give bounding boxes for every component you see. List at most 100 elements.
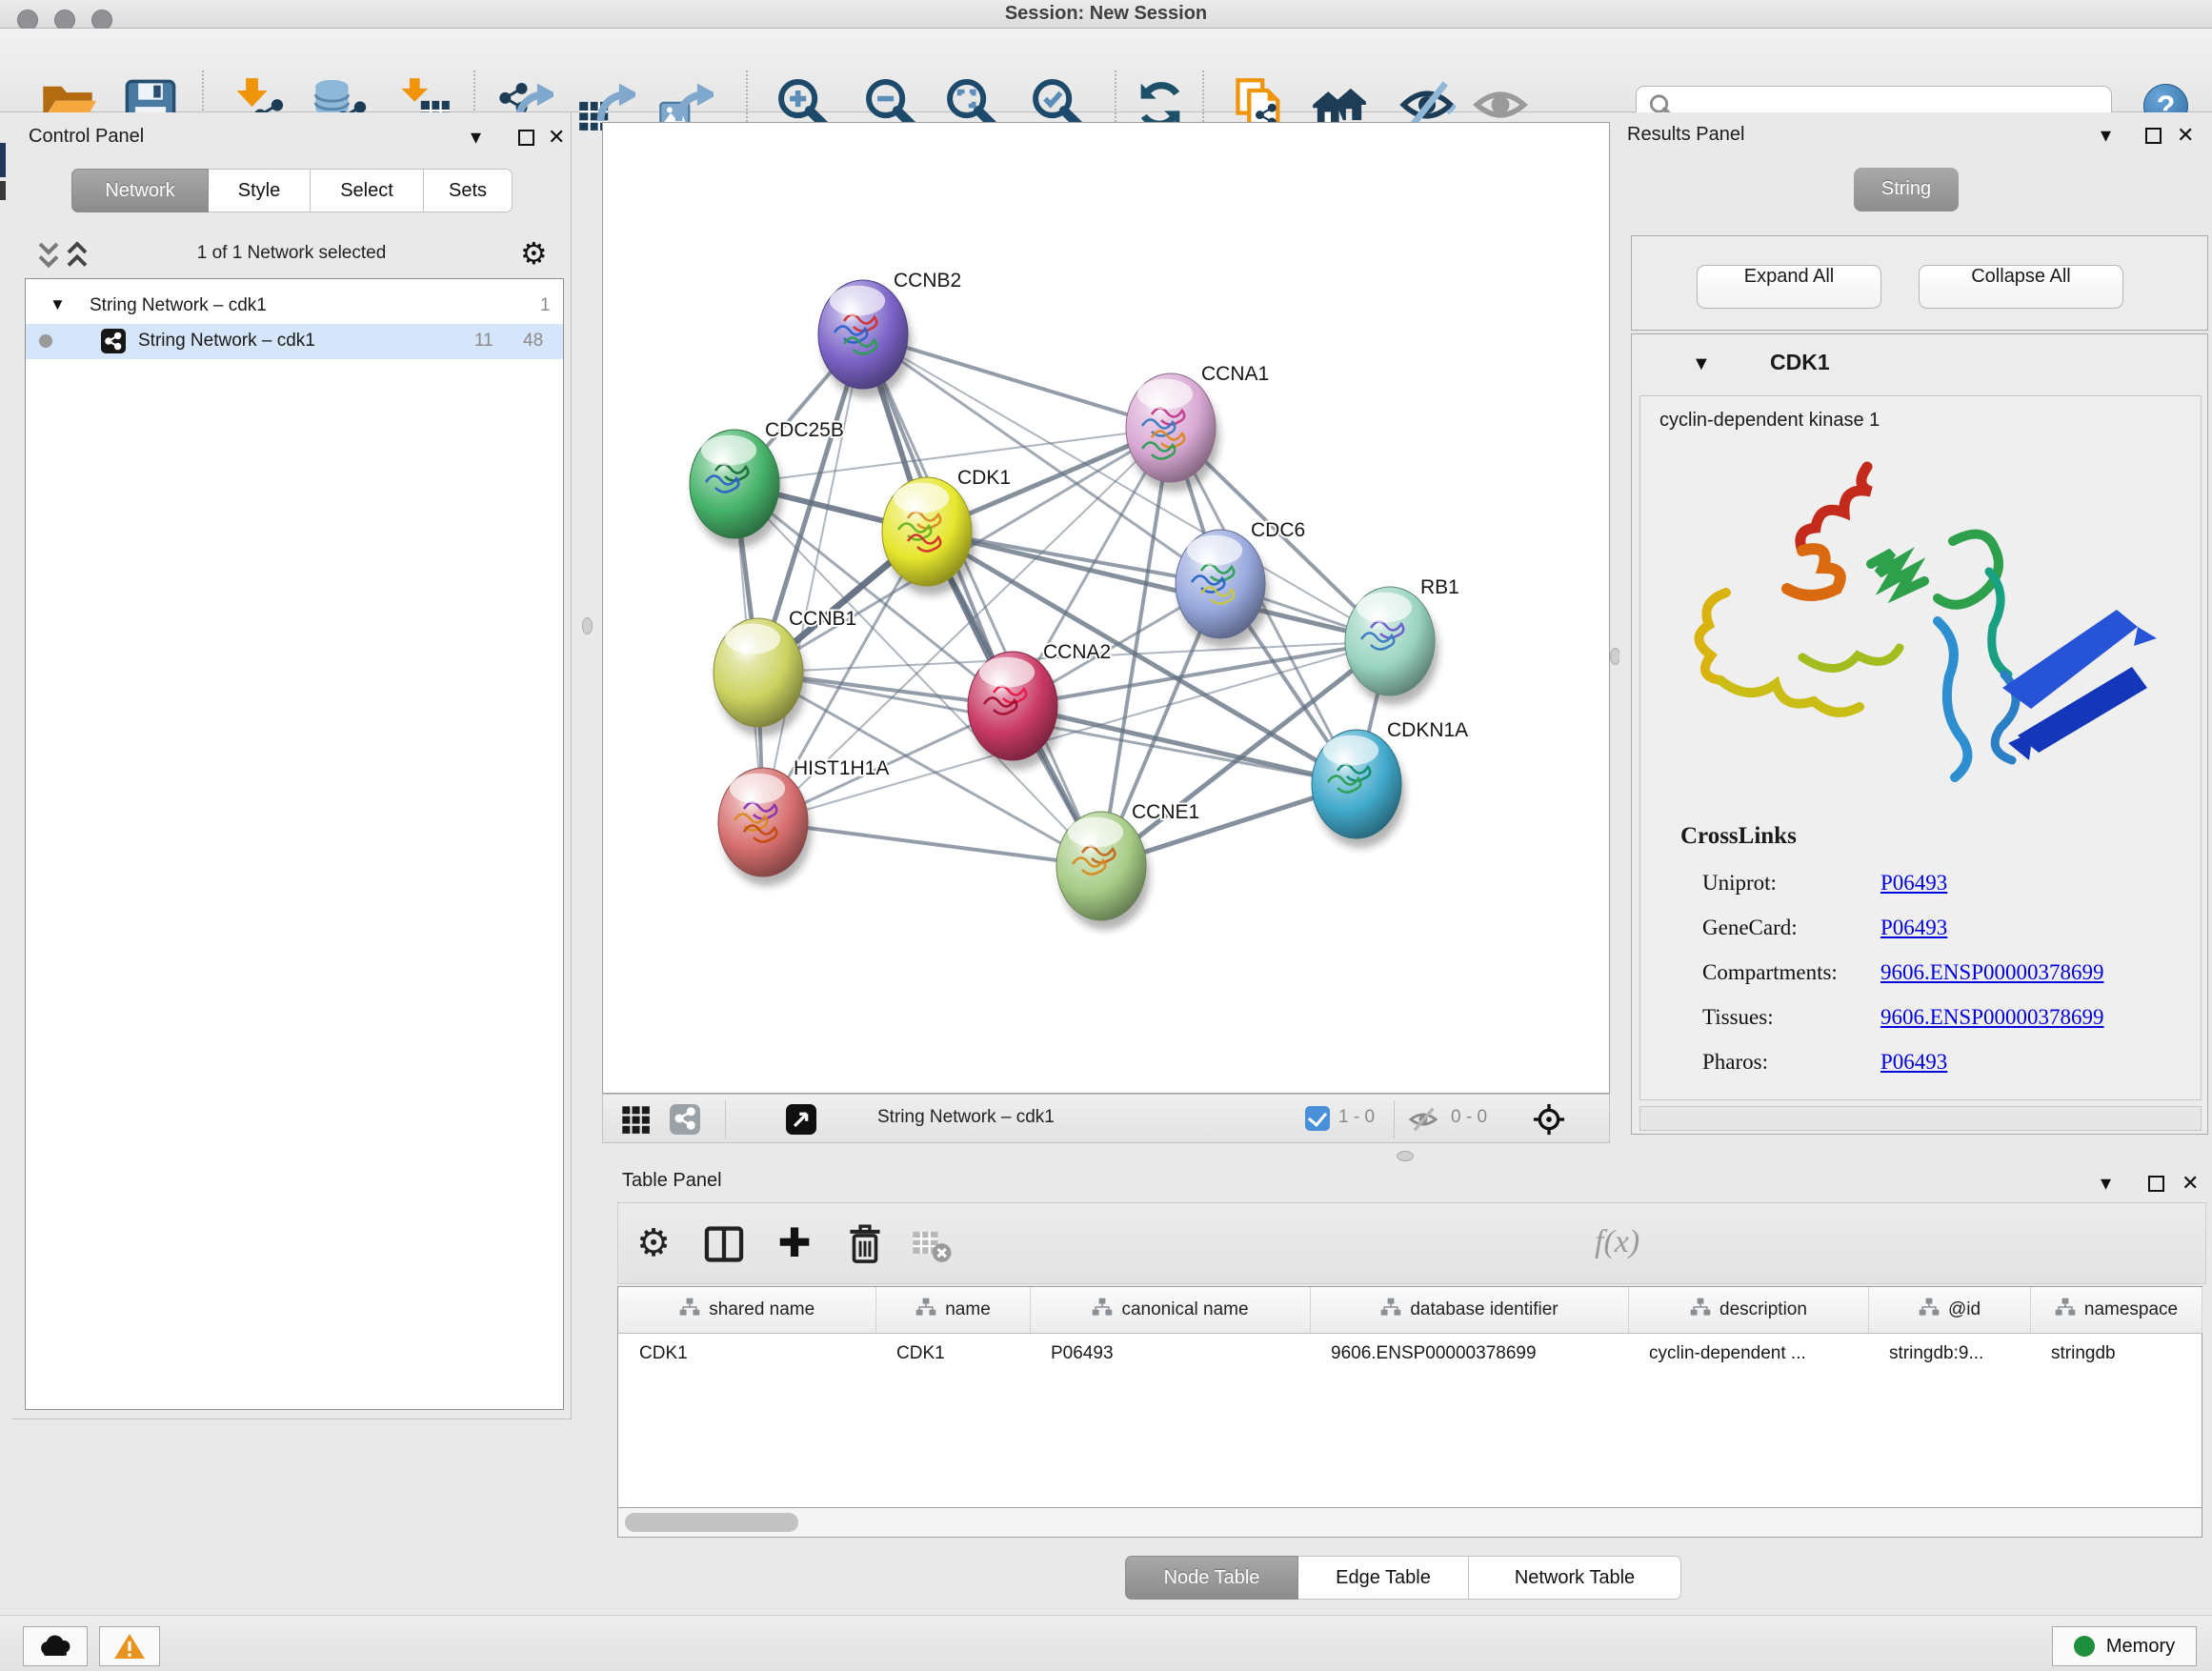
crosslink-value-link[interactable]: 9606.ENSP00000378699: [1880, 1005, 2104, 1030]
node-gloss-highlight: [725, 624, 780, 654]
network-node-CDK1[interactable]: CDK1: [882, 467, 1011, 595]
network-graph[interactable]: CCNB2CCNA1CDC25BCDK1CDC6RB1CCNB1CCNA2CDK…: [603, 123, 1609, 1093]
hidden-eye-slash-icon: [1408, 1104, 1438, 1135]
network-edge-CCNB2-CCNE1[interactable]: [863, 334, 1101, 866]
collapse-triangle-icon[interactable]: ▼: [1692, 353, 1711, 375]
network-node-CDC6[interactable]: CDC6: [1176, 519, 1305, 648]
tree-expand-triangle-icon[interactable]: ▼: [50, 295, 66, 314]
cloud-status-button[interactable]: [23, 1626, 88, 1666]
node-gloss-highlight: [1357, 593, 1412, 623]
network-node-HIST1H1A[interactable]: HIST1H1A: [718, 757, 889, 886]
crosslink-label: Compartments:: [1702, 960, 1838, 985]
panel-maximize-icon[interactable]: [2148, 1176, 2164, 1192]
table-cell[interactable]: P06493: [1030, 1333, 1310, 1375]
panel-maximize-icon[interactable]: [2145, 128, 2162, 144]
network-collection-row[interactable]: ▼ String Network – cdk1 1: [26, 289, 563, 324]
crosslink-row: GeneCard:P06493: [1640, 908, 2201, 953]
panel-float-chevron-icon[interactable]: ▾: [2101, 1172, 2111, 1195]
network-tree-list: ▼ String Network – cdk1 1 String Network…: [25, 278, 564, 1410]
scrollbar-thumb[interactable]: [625, 1513, 798, 1532]
node-table: shared namenamecanonical namedatabase id…: [617, 1286, 2202, 1507]
network-edge-CCNA2-CDKN1A[interactable]: [1013, 706, 1357, 784]
column-header[interactable]: canonical name: [1030, 1287, 1310, 1333]
table-horizontal-scrollbar[interactable]: [617, 1507, 2202, 1538]
crosslink-row: Compartments: 9606.ENSP00000378699: [1640, 953, 2201, 997]
panel-close-icon[interactable]: ✕: [2177, 124, 2194, 147]
tab-string[interactable]: String: [1854, 168, 1959, 211]
column-header[interactable]: shared name: [618, 1287, 875, 1333]
protein-structure-image: [1669, 450, 2183, 802]
network-node-CDKN1A[interactable]: CDKN1A: [1312, 719, 1468, 848]
network-collection-count: 1: [540, 295, 551, 316]
protein-card: ▼ CDK1 cyclin-dependent kinase 1: [1631, 333, 2208, 1135]
column-header[interactable]: name: [875, 1287, 1030, 1333]
network-edge-CDK1-RB1[interactable]: [927, 532, 1390, 641]
table-cell[interactable]: stringdb: [2030, 1333, 2202, 1375]
crosslink-value-link[interactable]: P06493: [1880, 871, 1947, 896]
network-collection-label: String Network – cdk1: [90, 295, 267, 316]
panel-close-icon[interactable]: ✕: [2182, 1172, 2199, 1195]
network-options-gear-icon[interactable]: ⚙: [520, 235, 548, 272]
node-label-CCNA1: CCNA1: [1201, 363, 1269, 385]
fit-selection-crosshair-icon[interactable]: [1532, 1102, 1566, 1137]
panel-float-chevron-icon[interactable]: ▾: [471, 126, 481, 149]
protein-details: cyclin-dependent kinase 1: [1639, 395, 2202, 1100]
network-view-toolbar: String Network – cdk1 1 - 0 0 - 0: [602, 1094, 1610, 1143]
vertical-splitter-handle[interactable]: [582, 617, 593, 634]
tab-node-table[interactable]: Node Table: [1125, 1556, 1298, 1600]
tab-style[interactable]: Style: [209, 169, 311, 212]
selected-nodes-checkbox[interactable]: [1305, 1106, 1330, 1131]
memory-label: Memory: [2106, 1636, 2175, 1658]
add-column-icon[interactable]: ✚: [773, 1222, 816, 1266]
panel-close-icon[interactable]: ✕: [548, 126, 565, 149]
crosslink-value-link[interactable]: 9606.ENSP00000378699: [1880, 960, 2104, 985]
birds-eye-view-icon[interactable]: [786, 1104, 816, 1135]
crosslink-value-link[interactable]: P06493: [1880, 916, 1947, 940]
network-edge-CCNB2-HIST1H1A[interactable]: [763, 334, 863, 822]
network-edge-HIST1H1A-CCNE1[interactable]: [763, 822, 1101, 866]
main-toolbar: ?: [0, 29, 2212, 112]
hidden-counts: 0 - 0: [1451, 1107, 1487, 1128]
horizontal-splitter-handle[interactable]: [1397, 1151, 1414, 1161]
expand-all-button[interactable]: Expand All: [1697, 265, 1881, 309]
results-panel: Results Panel ▾ ✕ String Expand All Coll…: [1619, 112, 2212, 1167]
table-cell[interactable]: 9606.ENSP00000378699: [1310, 1333, 1628, 1375]
table-options-gear-icon[interactable]: ⚙: [632, 1222, 675, 1266]
network-node-RB1[interactable]: RB1: [1345, 576, 1459, 705]
tab-edge-table[interactable]: Edge Table: [1298, 1556, 1469, 1600]
collapse-all-button[interactable]: Collapse All: [1919, 265, 2123, 309]
show-columns-icon[interactable]: [702, 1222, 746, 1266]
table-cell[interactable]: stringdb:9...: [1868, 1333, 2030, 1375]
column-type-icon: [678, 1296, 701, 1324]
protein-card-header[interactable]: ▼ CDK1: [1632, 334, 2207, 395]
memory-button[interactable]: Memory: [2052, 1626, 2197, 1666]
screen-edge-decor: [0, 181, 6, 200]
table-row[interactable]: CDK1CDK1P064939606.ENSP00000378699cyclin…: [618, 1333, 2202, 1375]
tab-select[interactable]: Select: [311, 169, 424, 212]
control-panel: Control Panel ▾ ✕ Network Style Select S…: [11, 112, 572, 1419]
tab-network[interactable]: Network: [71, 169, 209, 212]
tab-sets[interactable]: Sets: [424, 169, 513, 212]
table-cell[interactable]: CDK1: [875, 1333, 1030, 1375]
show-grid-icon[interactable]: [620, 1104, 651, 1135]
delete-column-icon[interactable]: [843, 1222, 887, 1266]
column-header[interactable]: database identifier: [1310, 1287, 1628, 1333]
node-label-CCNE1: CCNE1: [1132, 801, 1199, 823]
tab-network-table[interactable]: Network Table: [1469, 1556, 1681, 1600]
crosslink-value-link[interactable]: P06493: [1880, 1050, 1947, 1075]
divider: [725, 1100, 726, 1138]
network-node-CCNA1[interactable]: CCNA1: [1126, 363, 1269, 492]
column-header[interactable]: @id: [1868, 1287, 2030, 1333]
column-header[interactable]: description: [1628, 1287, 1868, 1333]
table-cell[interactable]: cyclin-dependent ...: [1628, 1333, 1868, 1375]
column-header[interactable]: namespace: [2030, 1287, 2202, 1333]
panel-maximize-icon[interactable]: [518, 130, 534, 146]
warning-status-button[interactable]: [99, 1626, 160, 1666]
panel-float-chevron-icon[interactable]: ▾: [2101, 124, 2111, 147]
network-node-CDC25B[interactable]: CDC25B: [690, 419, 844, 548]
network-row-selected[interactable]: String Network – cdk1 11 48: [26, 324, 563, 359]
network-node-CCNE1[interactable]: CCNE1: [1056, 801, 1199, 930]
table-cell[interactable]: CDK1: [618, 1333, 875, 1375]
crosslink-label: Uniprot:: [1702, 871, 1777, 896]
network-canvas[interactable]: CCNB2CCNA1CDC25BCDK1CDC6RB1CCNB1CCNA2CDK…: [602, 122, 1610, 1094]
